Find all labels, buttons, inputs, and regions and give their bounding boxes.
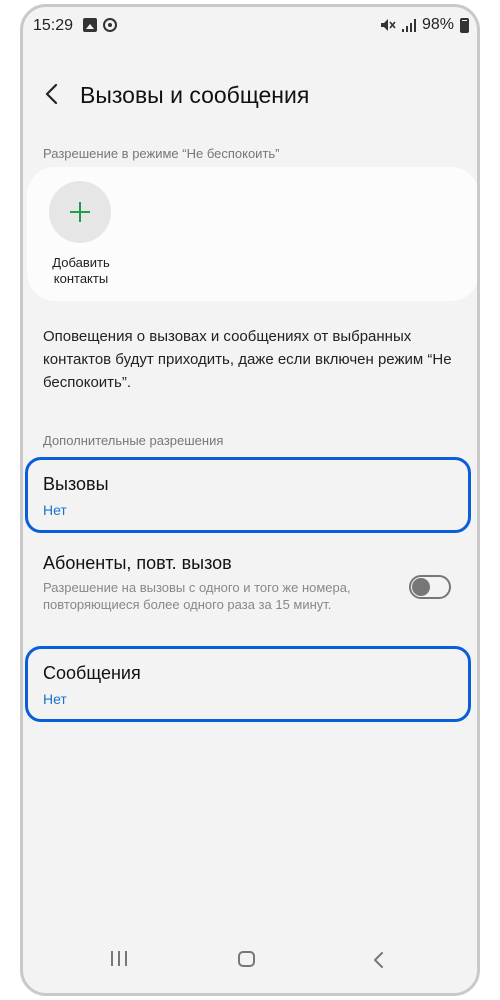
status-time: 15:29 (33, 17, 74, 34)
setting-calls[interactable]: Вызовы Нет (43, 474, 109, 518)
setting-messages[interactable]: Сообщения Нет (43, 663, 141, 707)
battery-percent: 98% (421, 16, 454, 33)
circle-status-icon (103, 18, 117, 32)
page-title: Вызовы и сообщения (80, 82, 310, 108)
dnd-section-label: Разрешение в режиме “Не беспокоить” (43, 146, 280, 161)
battery-icon (460, 17, 469, 33)
add-contacts-label[interactable]: Добавить контакты (39, 255, 123, 287)
gallery-icon (83, 18, 97, 32)
setting-messages-title: Сообщения (43, 663, 141, 683)
setting-repeat-title: Абоненты, повт. вызов (43, 553, 232, 573)
navigation-bar (23, 933, 477, 993)
setting-messages-value: Нет (43, 691, 67, 707)
add-contacts-line1: Добавить (52, 255, 110, 270)
mute-icon (380, 18, 396, 32)
setting-calls-title: Вызовы (43, 474, 109, 494)
back-arrow-icon[interactable] (41, 79, 65, 109)
recent-apps-icon[interactable] (111, 951, 127, 966)
contacts-card: Добавить контакты (27, 167, 477, 301)
signal-icon (401, 18, 416, 32)
plus-icon[interactable] (49, 181, 111, 243)
phone-frame: 15:29 98% Вызовы и сообщения Разрешение … (20, 4, 480, 996)
extra-section-label: Дополнительные разрешения (43, 433, 224, 448)
status-right: 98% (380, 16, 469, 34)
add-contacts-line2: контакты (53, 271, 109, 286)
home-icon[interactable] (238, 951, 255, 967)
nav-back-icon[interactable] (372, 951, 386, 969)
setting-repeat-subtitle: Разрешение на вызовы с одного и того же … (43, 580, 351, 612)
setting-calls-value: Нет (43, 502, 67, 518)
app-header: Вызовы и сообщения (23, 67, 477, 123)
info-text: Оповещения о вызовах и сообщениях от выб… (43, 328, 452, 391)
status-bar: 15:29 98% (23, 7, 477, 45)
repeat-callers-toggle[interactable] (409, 575, 451, 599)
setting-repeat-callers[interactable]: Абоненты, повт. вызов Разрешение на вызо… (43, 553, 388, 613)
